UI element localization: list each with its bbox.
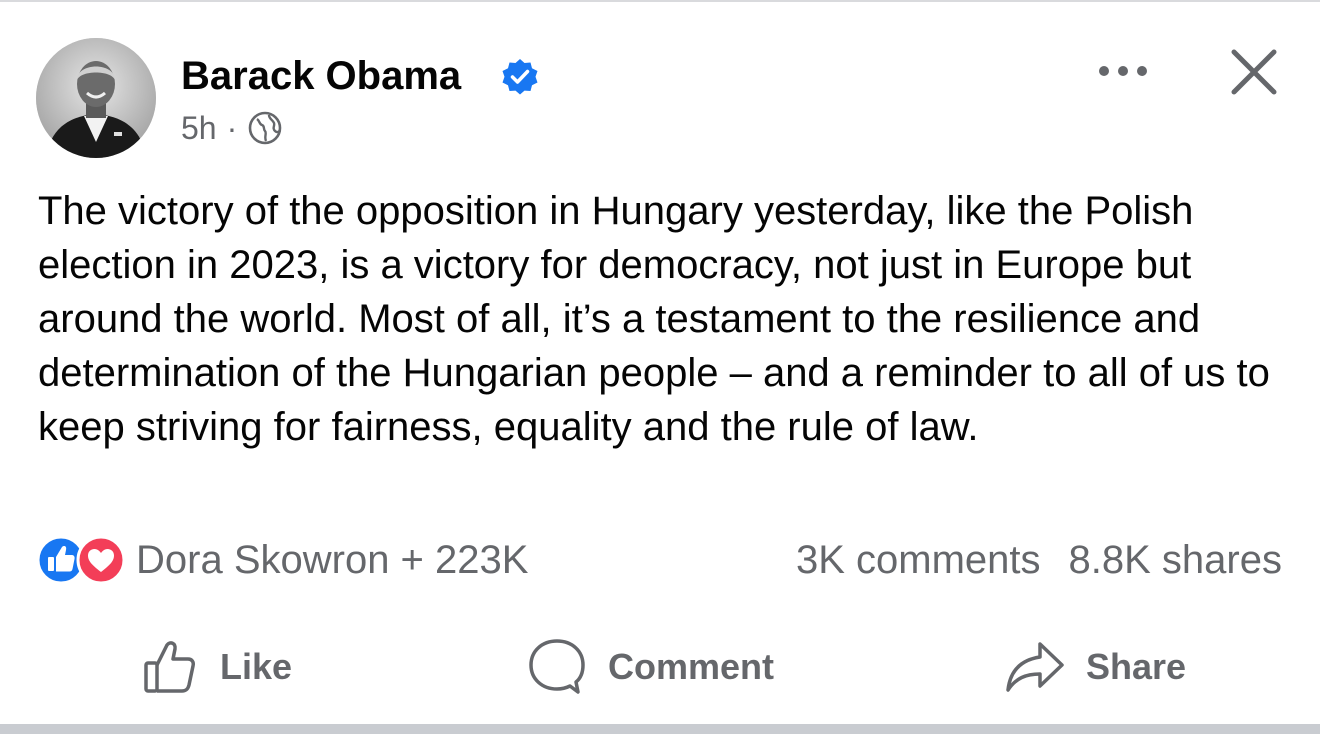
share-button[interactable]: Share (1004, 632, 1186, 702)
reactions-summary[interactable]: Dora Skowron + 223K (36, 532, 528, 588)
share-label: Share (1086, 646, 1187, 687)
post-meta: 5h · (181, 108, 283, 148)
post-timestamp[interactable]: 5h (181, 110, 217, 147)
close-icon (1231, 49, 1277, 95)
comment-label: Comment (608, 646, 775, 687)
thumbs-up-icon (144, 641, 195, 693)
engagement-counts: 3K comments 8.8K shares (796, 532, 1282, 588)
love-reaction-icon (76, 535, 126, 585)
like-label: Like (220, 646, 293, 687)
more-options-button[interactable] (1093, 56, 1153, 86)
comments-count[interactable]: 3K comments (796, 538, 1041, 583)
post-body-text: The victory of the opposition in Hungary… (38, 189, 1270, 449)
comment-bubble-icon (529, 639, 585, 694)
author-avatar[interactable] (36, 38, 156, 158)
share-arrow-icon (1006, 642, 1064, 692)
meta-separator: · (226, 109, 238, 146)
like-button[interactable]: Like (140, 632, 292, 702)
close-button[interactable] (1226, 44, 1282, 100)
shares-count[interactable]: 8.8K shares (1069, 538, 1282, 583)
post-action-bar: Like Comment Share (0, 632, 1320, 702)
author-name[interactable]: Barack Obama (181, 52, 461, 100)
bottom-divider (0, 724, 1320, 734)
post-card: Barack Obama 5h · The victory of the opp… (0, 0, 1320, 734)
globe-icon[interactable] (247, 110, 283, 146)
comment-button[interactable]: Comment (526, 632, 774, 702)
more-options-icon (1099, 66, 1147, 76)
verified-badge-icon (502, 59, 538, 95)
reactions-count[interactable]: Dora Skowron + 223K (136, 538, 528, 583)
